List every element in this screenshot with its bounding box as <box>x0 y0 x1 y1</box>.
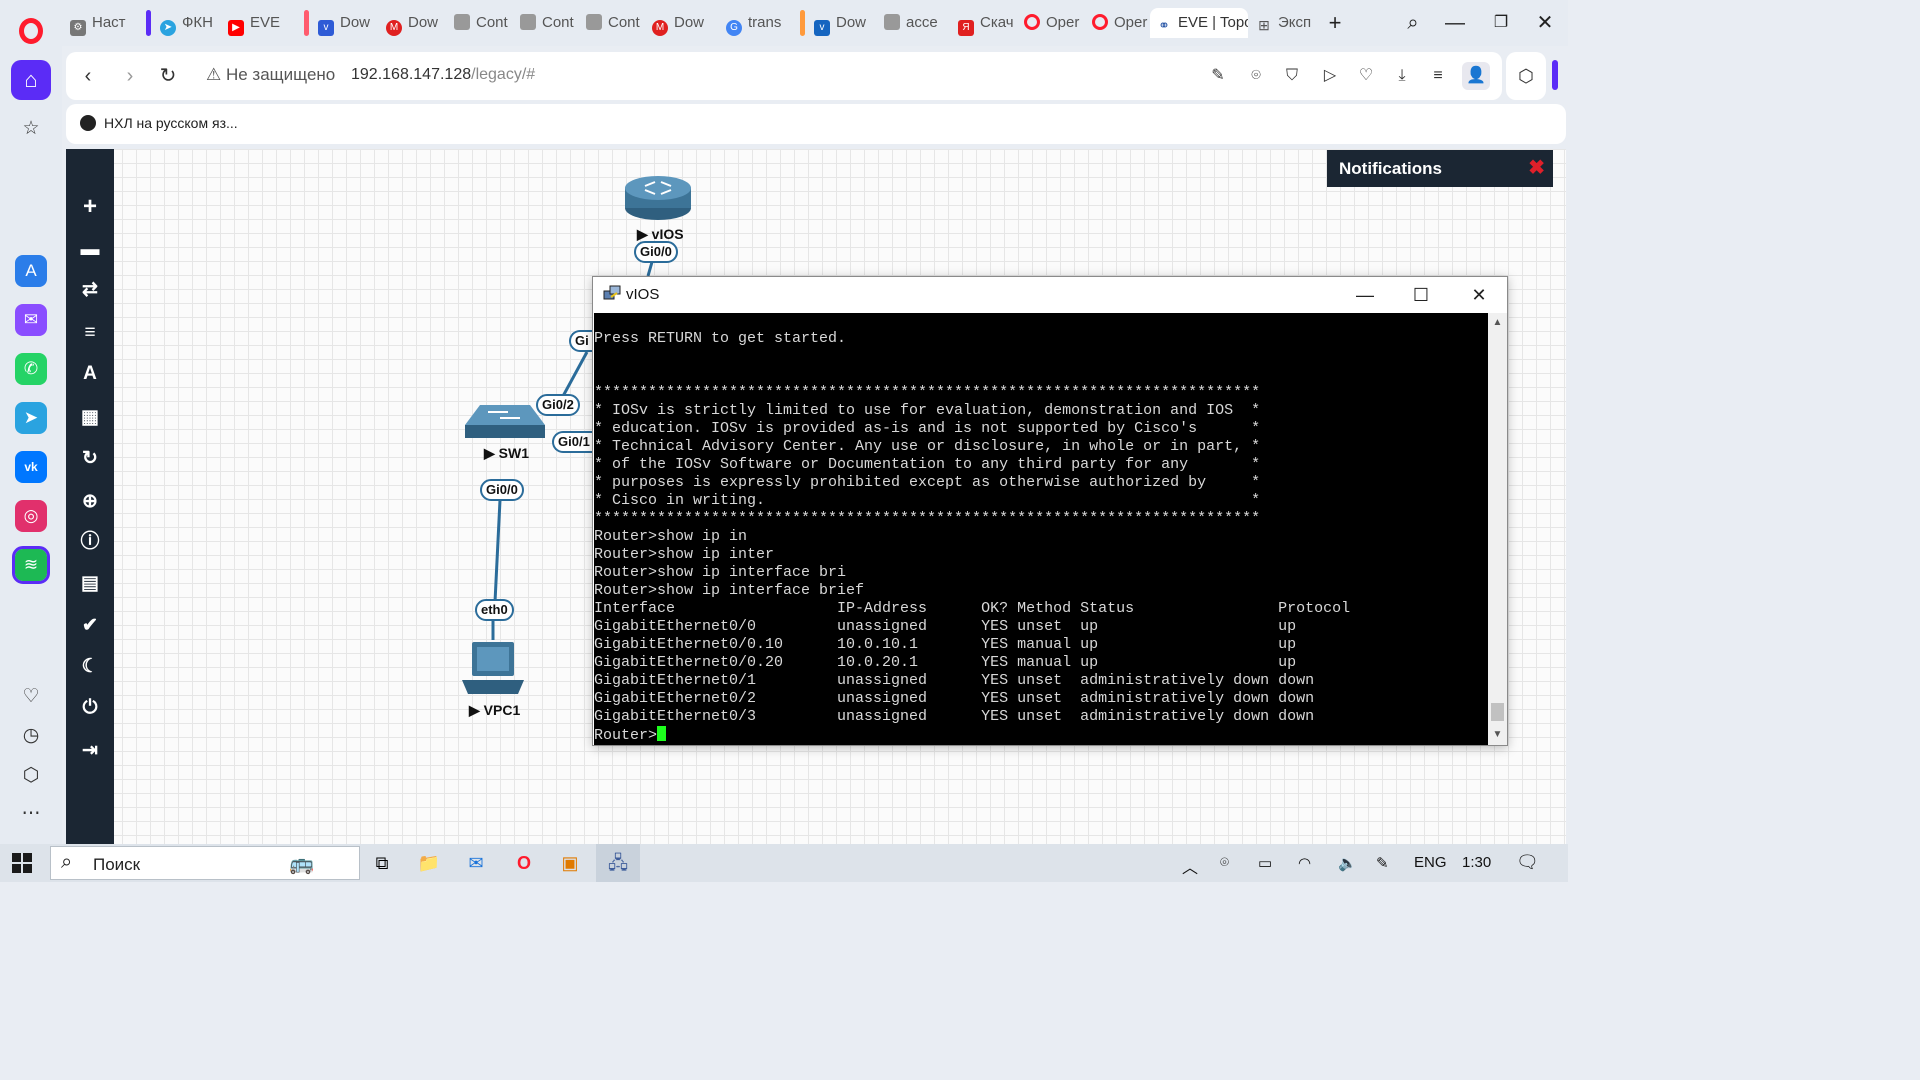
minimize-button[interactable]: — <box>1345 281 1385 309</box>
terminal-scrollbar[interactable]: ▲ ▼ <box>1488 313 1507 745</box>
search-icon: ⌕ <box>61 851 73 873</box>
terminal-line: Press RETURN to get started. <box>594 330 847 347</box>
mail-icon[interactable]: ✉ <box>462 850 490 876</box>
notifications-icon[interactable]: 🗨 <box>1516 852 1539 873</box>
router-node-icon[interactable] <box>625 176 691 220</box>
volume-icon[interactable]: 🔈 <box>1338 854 1357 872</box>
file-explorer-icon[interactable]: 📁 <box>415 850 443 876</box>
terminal-window: vIOS — ☐ ✕ Press RETURN to get started. … <box>592 276 1508 746</box>
terminal-line: Router>show ip interface bri <box>594 564 847 581</box>
wifi-icon[interactable]: ◠ <box>1298 854 1311 872</box>
port-label: Gi0/0 <box>634 241 678 263</box>
terminal-line: * purposes is expressly prohibited excep… <box>594 474 1261 491</box>
terminal-titlebar[interactable]: vIOS — ☐ ✕ <box>593 277 1507 312</box>
pc-node-icon[interactable] <box>462 642 524 694</box>
terminal-line: * of the IOSv Software or Documentation … <box>594 456 1261 473</box>
switch-node-icon[interactable] <box>465 405 545 438</box>
terminal-prompt: Router> <box>594 727 658 744</box>
port-label: Gi0/0 <box>480 479 524 501</box>
clock[interactable]: 1:30 <box>1462 854 1491 871</box>
close-icon[interactable]: ✖ <box>1528 150 1545 187</box>
start-button[interactable] <box>12 853 32 873</box>
notifications-panel: Notifications ✖ <box>1327 150 1553 187</box>
scroll-down-icon[interactable]: ▼ <box>1488 725 1507 745</box>
battery-icon[interactable]: ▭ <box>1258 854 1272 872</box>
chevron-up-icon[interactable]: ︿ <box>1182 854 1198 878</box>
search-highlight-icon: 🚌 <box>289 853 314 875</box>
vmware-icon[interactable]: ▣ <box>556 850 584 876</box>
putty-icon[interactable]: 🖧 <box>604 850 632 876</box>
language-indicator[interactable]: ENG <box>1414 854 1447 871</box>
terminal-line: GigabitEthernet0/0.20 10.0.20.1 YES manu… <box>594 654 1297 671</box>
link-router-gi00 <box>646 261 654 277</box>
port-label: Gi0/1 <box>552 431 594 453</box>
terminal-line: Router>show ip interface brief <box>594 582 865 599</box>
taskbar-search[interactable]: ⌕ Поиск 🚌 <box>50 846 360 880</box>
port-label: Gi0/2 <box>536 394 580 416</box>
port-label: eth0 <box>475 599 514 621</box>
terminal-line: ****************************************… <box>594 510 1261 527</box>
link-sw-pc <box>493 499 502 603</box>
node-label-pc[interactable]: ▶ VPC1 <box>469 702 520 719</box>
windows-taskbar: ⌕ Поиск 🚌 ⧉ 📁 ✉ O ▣ 🖧 ︿ ⌾ ▭ ◠ 🔈 ✎ ENG 1:… <box>0 844 1568 882</box>
pen-icon[interactable]: ✎ <box>1376 854 1389 872</box>
opera-icon[interactable]: O <box>510 850 538 876</box>
terminal-line: Interface IP-Address OK? Method Status P… <box>594 600 1351 617</box>
terminal-line: GigabitEthernet0/1 unassigned YES unset … <box>594 672 1315 689</box>
terminal-line: GigabitEthernet0/2 unassigned YES unset … <box>594 690 1315 707</box>
terminal-cursor <box>657 726 667 741</box>
terminal-line: * Technical Advisory Center. Any use or … <box>594 438 1261 455</box>
link-sw-gi02 <box>560 351 589 399</box>
scroll-thumb[interactable] <box>1491 703 1504 721</box>
scroll-up-icon[interactable]: ▲ <box>1488 313 1507 333</box>
terminal-line: GigabitEthernet0/0.10 10.0.10.1 YES manu… <box>594 636 1297 653</box>
terminal-line: GigabitEthernet0/0 unassigned YES unset … <box>594 618 1297 635</box>
terminal-line: GigabitEthernet0/3 unassigned YES unset … <box>594 708 1315 725</box>
terminal-prompt-line: Router> <box>594 726 1488 744</box>
terminal-line: * IOSv is strictly limited to use for ev… <box>594 402 1261 419</box>
terminal-line: Router>show ip in <box>594 528 748 545</box>
close-button[interactable]: ✕ <box>1459 281 1499 309</box>
task-view-icon[interactable]: ⧉ <box>368 850 396 876</box>
camera-tray-icon[interactable]: ⌾ <box>1220 854 1229 871</box>
terminal-line: ****************************************… <box>594 384 1261 401</box>
terminal-output[interactable]: Press RETURN to get started. ***********… <box>594 313 1488 745</box>
node-label-switch[interactable]: ▶ SW1 <box>484 445 529 462</box>
terminal-line: * education. IOSv is provided as-is and … <box>594 420 1261 437</box>
putty-icon <box>603 285 621 300</box>
terminal-line: Router>show ip inter <box>594 546 775 563</box>
maximize-button[interactable]: ☐ <box>1401 281 1441 309</box>
terminal-line: * Cisco in writing. * <box>594 492 1261 509</box>
